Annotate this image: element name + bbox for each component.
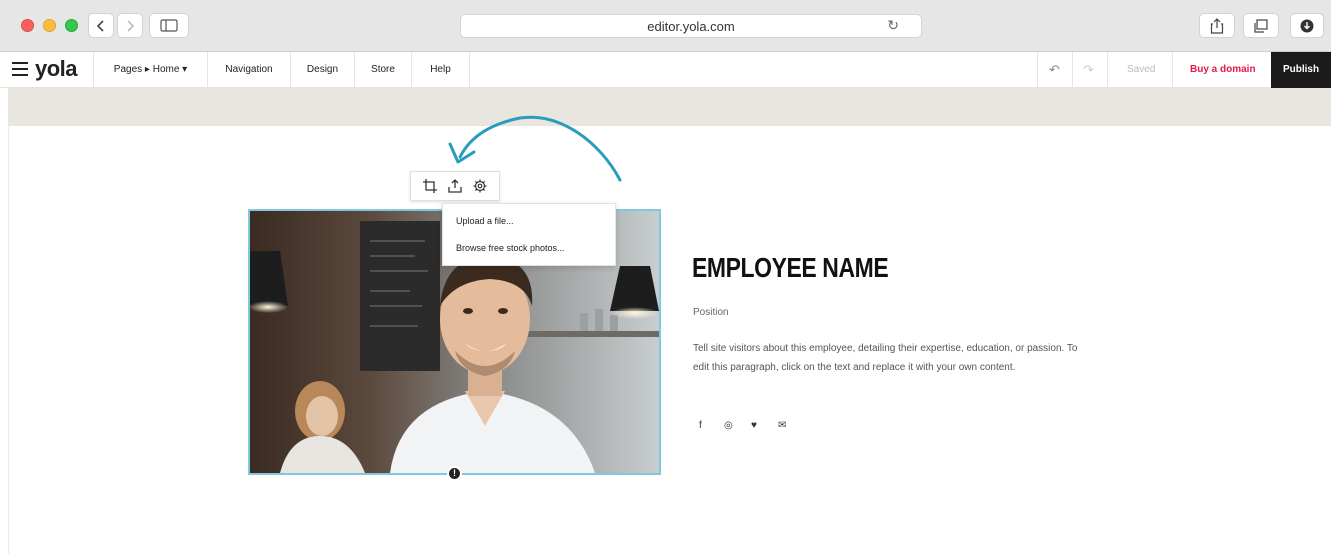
design-menu[interactable]: Design — [290, 52, 354, 88]
download-icon — [1300, 19, 1314, 32]
page-header-band — [8, 88, 1331, 126]
divider — [469, 52, 470, 88]
divider — [1037, 52, 1038, 88]
employee-name-heading[interactable]: EMPLOYEE NAME — [692, 252, 889, 284]
browser-chrome: editor.yola.com ↻ — [0, 0, 1331, 52]
email-icon[interactable]: ✉ — [778, 420, 786, 431]
upload-menu: Upload a file... Browse free stock photo… — [442, 203, 616, 266]
divider — [1107, 52, 1108, 88]
reload-icon[interactable]: ↻ — [887, 17, 899, 34]
address-bar[interactable]: editor.yola.com ↻ — [460, 14, 922, 38]
upload-file-option[interactable]: Upload a file... — [456, 216, 514, 226]
share-button[interactable] — [1199, 13, 1235, 38]
image-toolbar — [410, 171, 500, 201]
tabs-icon — [1254, 18, 1268, 33]
navigation-menu[interactable]: Navigation — [207, 52, 290, 88]
divider — [1172, 52, 1173, 88]
zoom-window-button[interactable] — [65, 19, 78, 32]
divider — [1072, 52, 1073, 88]
close-window-button[interactable] — [21, 19, 34, 32]
store-menu[interactable]: Store — [354, 52, 411, 88]
gear-icon[interactable] — [473, 179, 487, 193]
sidebar-icon — [160, 19, 178, 32]
minimize-window-button[interactable] — [43, 19, 56, 32]
buy-domain-button[interactable]: Buy a domain — [1190, 52, 1256, 88]
url-text: editor.yola.com — [647, 19, 735, 34]
upload-icon[interactable] — [448, 179, 462, 193]
facebook-icon[interactable]: f — [699, 420, 702, 431]
yola-logo: yola — [35, 56, 78, 81]
share-icon — [1210, 17, 1224, 34]
save-status: Saved — [1127, 64, 1156, 75]
employee-position[interactable]: Position — [693, 307, 729, 318]
chevron-right-icon — [127, 19, 135, 32]
crop-icon[interactable] — [422, 179, 437, 193]
redo-icon[interactable]: ↷ — [1083, 62, 1094, 78]
downloads-button[interactable] — [1290, 13, 1324, 38]
undo-icon[interactable]: ↶ — [1049, 62, 1060, 78]
twitter-icon[interactable]: ♥ — [751, 420, 757, 431]
page-canvas — [8, 126, 1331, 554]
help-menu[interactable]: Help — [411, 52, 469, 88]
employee-description[interactable]: Tell site visitors about this employee, … — [693, 339, 1093, 377]
tabs-button[interactable] — [1243, 13, 1279, 38]
chevron-left-icon — [96, 19, 104, 32]
hamburger-menu-icon[interactable] — [12, 62, 28, 76]
editor-toolbar: yola Pages ▸ Home ▾ Navigation Design St… — [0, 52, 1331, 88]
back-button[interactable] — [88, 13, 114, 38]
pages-menu[interactable]: Pages ▸ Home ▾ — [93, 52, 207, 88]
resize-handle-icon[interactable]: ! — [447, 466, 462, 481]
forward-button[interactable] — [117, 13, 143, 38]
publish-button[interactable]: Publish — [1271, 52, 1331, 88]
browse-stock-photos-option[interactable]: Browse free stock photos... — [456, 243, 565, 253]
instagram-icon[interactable]: ◎ — [724, 420, 733, 431]
sidebar-toggle-button[interactable] — [149, 13, 189, 38]
